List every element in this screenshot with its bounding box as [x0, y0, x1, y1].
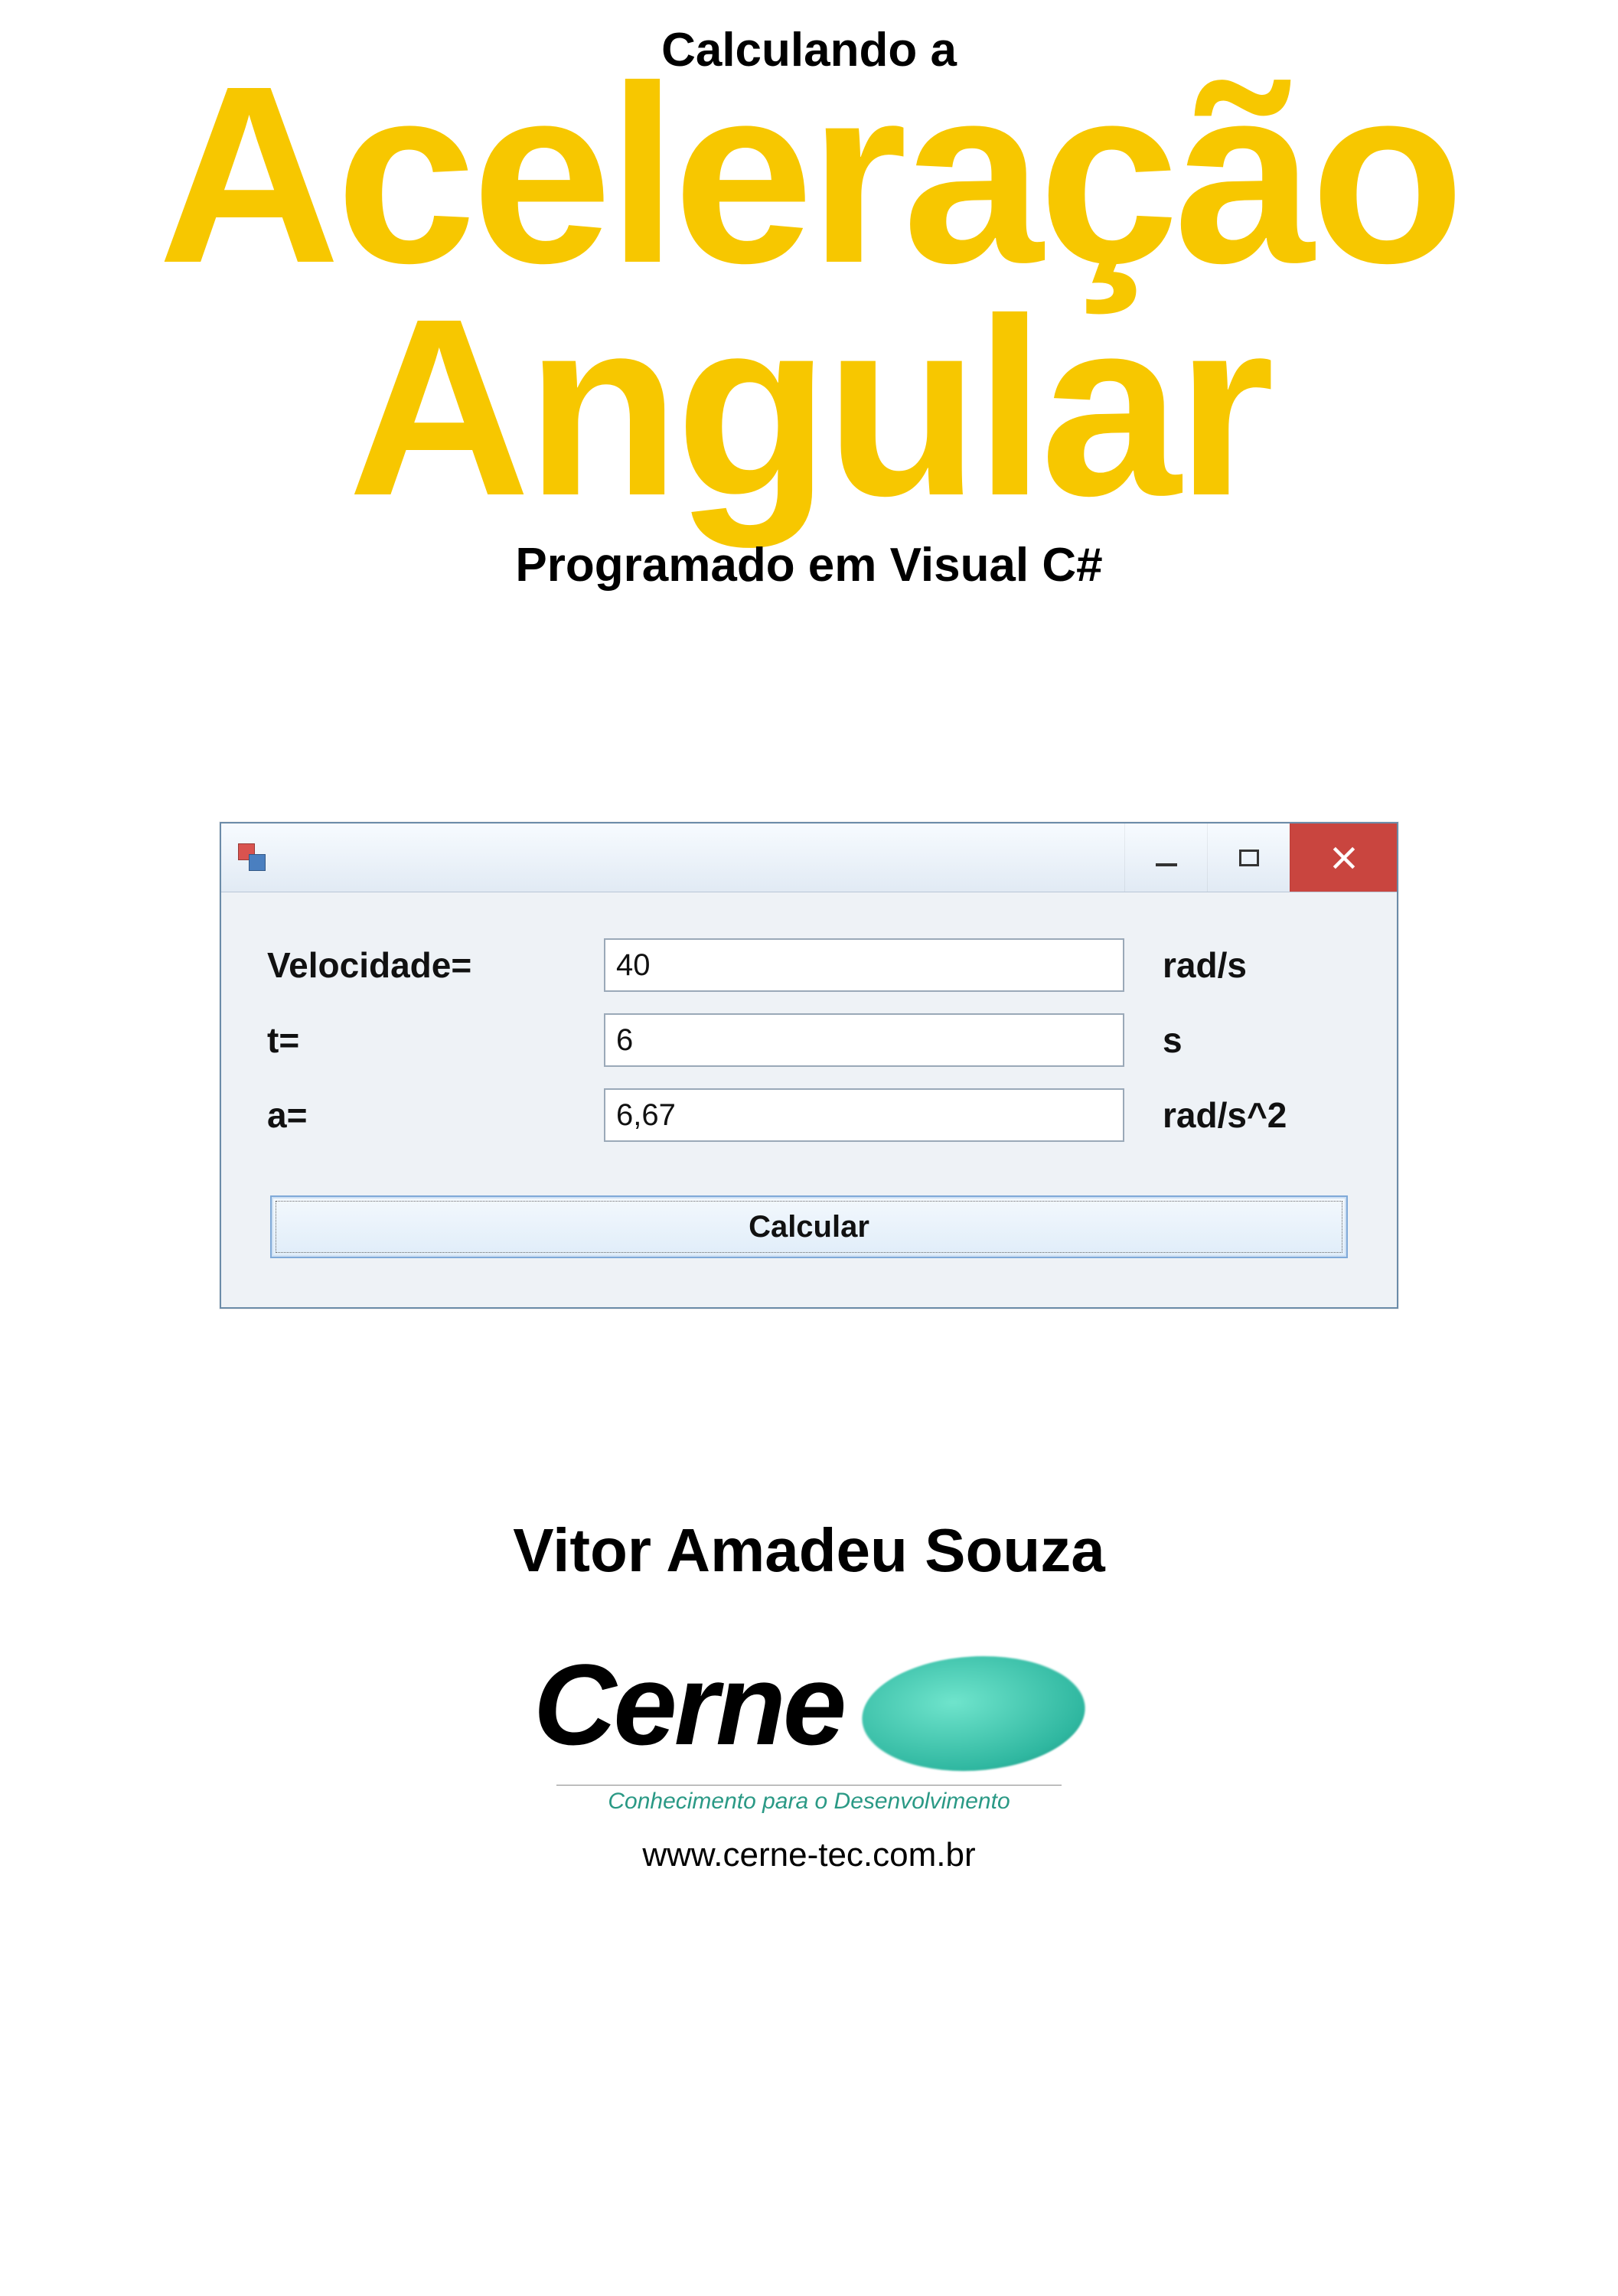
label-t: t=: [267, 1019, 589, 1061]
input-a[interactable]: [604, 1088, 1124, 1142]
publisher-logo: Cerne: [533, 1647, 1085, 1792]
logo-ellipse-icon: [853, 1656, 1094, 1771]
unit-t: s: [1140, 1019, 1351, 1061]
app-window: Velocidade= rad/s t= s a= rad/s^2 Calcul…: [220, 822, 1398, 1309]
input-velocidade[interactable]: [604, 938, 1124, 992]
row-velocidade: Velocidade= rad/s: [267, 938, 1351, 992]
unit-a: rad/s^2: [1140, 1094, 1351, 1136]
window-titlebar[interactable]: [221, 823, 1397, 892]
row-t: t= s: [267, 1013, 1351, 1067]
maximize-button[interactable]: [1207, 823, 1290, 892]
minimize-button[interactable]: [1124, 823, 1207, 892]
page-title-line2: Angular: [348, 287, 1271, 527]
close-icon: [1329, 843, 1359, 872]
label-a: a=: [267, 1094, 589, 1136]
logo-url: www.cerne-tec.com.br: [642, 1836, 975, 1874]
input-t[interactable]: [604, 1013, 1124, 1067]
window-client-area: Velocidade= rad/s t= s a= rad/s^2 Calcul…: [221, 892, 1397, 1307]
row-a: a= rad/s^2: [267, 1088, 1351, 1142]
author-name: Vitor Amadeu Souza: [513, 1515, 1104, 1586]
unit-velocidade: rad/s: [1140, 944, 1351, 986]
label-velocidade: Velocidade=: [267, 944, 589, 986]
page-title-line1: Aceleração: [158, 54, 1460, 295]
app-icon: [235, 842, 267, 874]
close-button[interactable]: [1290, 823, 1397, 892]
page-subtitle: Programado em Visual C#: [515, 538, 1102, 592]
logo-brand-text: Cerne: [533, 1647, 843, 1762]
publisher-logo-block: Cerne Conhecimento para o Desenvolviment…: [533, 1647, 1085, 1874]
calcular-button[interactable]: Calcular: [270, 1195, 1348, 1258]
